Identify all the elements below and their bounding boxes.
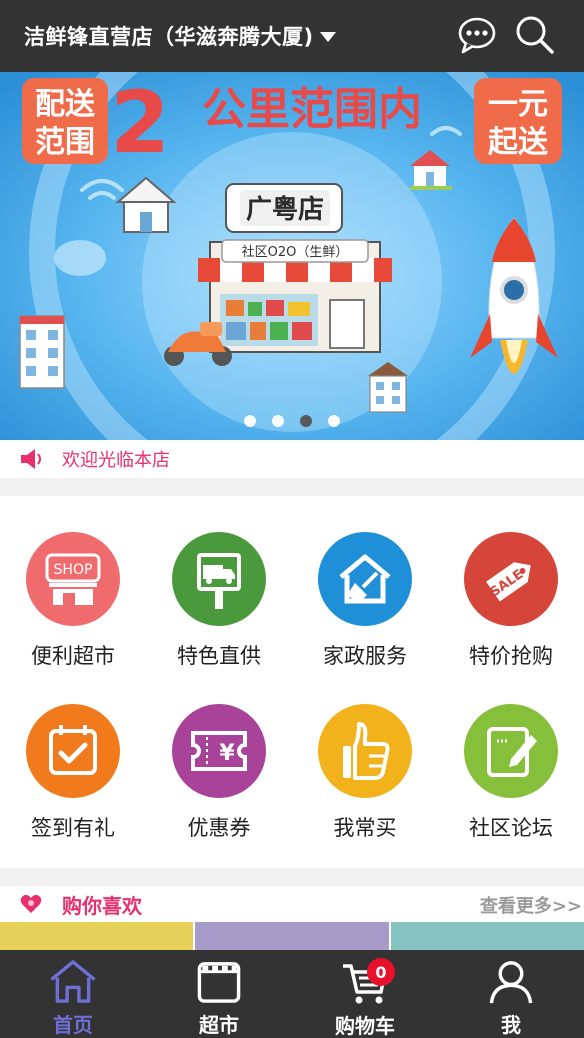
notice-bar[interactable]: 欢迎光临本店 xyxy=(0,440,584,478)
headline-number: 2 xyxy=(110,73,170,173)
category-label: 优惠券 xyxy=(187,816,251,840)
category-flash-sale[interactable]: SALE 特价抢购 xyxy=(438,532,584,692)
top-bar: 洁鲜锋直营店（华滋奔腾大厦) xyxy=(0,0,584,72)
shop-subsign: 社区O2O（生鲜） xyxy=(242,244,349,260)
category-check-in[interactable]: 签到有礼 xyxy=(0,704,146,864)
note-pen-icon xyxy=(464,704,558,798)
speaker-icon xyxy=(21,449,41,469)
home-icon xyxy=(50,960,96,1003)
category-label: 签到有礼 xyxy=(31,816,115,840)
category-coupons[interactable]: ¥ 优惠券 xyxy=(146,704,292,864)
carousel-dot-3[interactable] xyxy=(300,415,312,427)
truck-sign-icon xyxy=(172,532,266,626)
category-convenience-store[interactable]: SHOP 便利超市 xyxy=(0,532,146,692)
svg-text:SHOP: SHOP xyxy=(54,562,93,578)
tab-label: 超市 xyxy=(199,1013,239,1037)
category-label: 社区论坛 xyxy=(469,816,553,840)
recommend-header: 购你喜欢 查看更多>> xyxy=(0,886,584,922)
recommend-title: 购你喜欢 xyxy=(62,893,142,918)
view-more-link[interactable]: 查看更多>> xyxy=(480,892,582,918)
tab-label: 购物车 xyxy=(335,1014,395,1038)
chat-icon[interactable] xyxy=(456,14,498,56)
cart-badge: 0 xyxy=(367,958,395,986)
category-direct-supply[interactable]: 特色直供 xyxy=(146,532,292,692)
notice-text: 欢迎光临本店 xyxy=(62,450,170,471)
thumbs-up-icon xyxy=(318,704,412,798)
tab-supermarket[interactable]: 超市 xyxy=(146,950,292,1038)
category-grid: SHOP 便利超市 特色直供 家政服务 SALE 特价抢购 签到有礼 ¥ 优惠券… xyxy=(0,496,584,868)
coupon-icon: ¥ xyxy=(172,704,266,798)
headline-text: 公里范围内 xyxy=(202,84,422,135)
user-icon xyxy=(489,961,533,1004)
category-community-forum[interactable]: 社区论坛 xyxy=(438,704,584,864)
category-label: 便利超市 xyxy=(31,644,115,668)
category-label: 特色直供 xyxy=(177,644,261,668)
store-selector[interactable]: 洁鲜锋直营店（华滋奔腾大厦) xyxy=(24,21,336,51)
svg-text:起送: 起送 xyxy=(488,125,548,160)
search-icon[interactable] xyxy=(514,14,556,56)
carousel-dot-2[interactable] xyxy=(272,415,284,427)
carousel-dot-1[interactable] xyxy=(244,415,256,427)
product-thumbnail[interactable] xyxy=(195,922,389,952)
store-icon xyxy=(197,962,241,1003)
tab-home[interactable]: 首页 xyxy=(0,950,146,1038)
category-label: 家政服务 xyxy=(323,644,407,668)
category-label: 特价抢购 xyxy=(469,644,553,668)
category-label: 我常买 xyxy=(333,816,397,840)
store-name: 洁鲜锋直营店（华滋奔腾大厦) xyxy=(24,25,314,49)
recommend-list xyxy=(0,922,584,952)
shop-icon: SHOP xyxy=(26,532,120,626)
house-broom-icon xyxy=(318,532,412,626)
category-frequently-bought[interactable]: 我常买 xyxy=(292,704,438,864)
price-tag-right: 一元 起送 xyxy=(474,78,562,164)
calendar-check-icon xyxy=(26,704,120,798)
svg-text:配送: 配送 xyxy=(35,87,95,122)
tab-label: 我 xyxy=(501,1013,521,1037)
carousel-indicator xyxy=(0,415,584,427)
banner-illustration: 社区O2O（生鲜） 广粤店 配送 范围 2 公里范围内 一元 起送 xyxy=(0,72,584,440)
svg-text:¥: ¥ xyxy=(219,741,235,766)
tab-label: 首页 xyxy=(53,1013,93,1037)
promo-banner[interactable]: 社区O2O（生鲜） 广粤店 配送 范围 2 公里范围内 一元 起送 xyxy=(0,72,584,440)
shop-sign: 广粤店 xyxy=(246,194,324,225)
sale-tag-icon: SALE xyxy=(464,532,558,626)
product-thumbnail[interactable] xyxy=(0,922,194,952)
product-thumbnail[interactable] xyxy=(390,922,584,952)
category-housekeeping[interactable]: 家政服务 xyxy=(292,532,438,692)
heart-icon xyxy=(20,894,42,913)
app-screen: 洁鲜锋直营店（华滋奔腾大厦) 社区O2O（生鲜） 广粤店 配送 范围 2 公里范… xyxy=(0,0,584,1038)
tab-me[interactable]: 我 xyxy=(438,950,584,1038)
tab-cart[interactable]: 0 购物车 xyxy=(292,950,438,1038)
bottom-tab-bar: 首页 超市 0 购物车 我 xyxy=(0,950,584,1038)
range-tag-left: 配送 范围 xyxy=(22,78,108,164)
chevron-down-icon xyxy=(319,32,336,42)
carousel-dot-4[interactable] xyxy=(328,415,340,427)
svg-text:范围: 范围 xyxy=(35,125,95,160)
svg-text:一元: 一元 xyxy=(488,87,548,122)
cart-icon: 0 xyxy=(339,958,395,1006)
